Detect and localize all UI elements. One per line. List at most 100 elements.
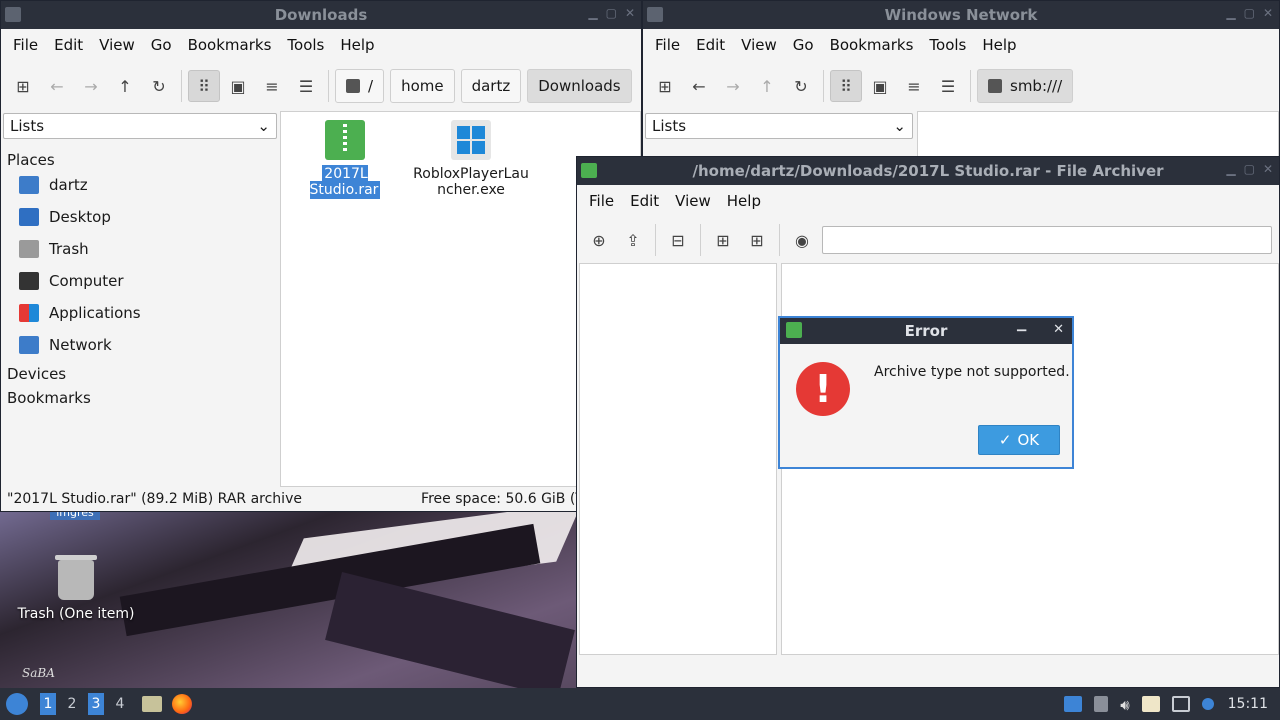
file-item-exe[interactable]: RobloxPlayerLau ncher.exe — [409, 120, 533, 198]
reload-icon[interactable]: ↻ — [785, 70, 817, 102]
menu-help[interactable]: Help — [332, 36, 382, 54]
file-manager-launcher-icon[interactable] — [142, 696, 162, 712]
icon-view-icon[interactable]: ⠿ — [830, 70, 862, 102]
close-icon[interactable]: ✕ — [1263, 6, 1273, 20]
places-header[interactable]: Places — [3, 139, 277, 169]
sidebar-item-desktop[interactable]: Desktop — [3, 201, 277, 233]
menu-file[interactable]: File — [5, 36, 46, 54]
trash-icon — [19, 240, 39, 258]
menu-file[interactable]: File — [581, 192, 622, 210]
extract-icon[interactable]: ⊟ — [662, 224, 694, 256]
reload-icon[interactable]: ↻ — [143, 70, 175, 102]
list-view-icon[interactable]: ☰ — [290, 70, 322, 102]
location-button[interactable]: smb:/// — [977, 69, 1074, 103]
titlebar: /home/dartz/Downloads/2017L Studio.rar -… — [577, 157, 1279, 185]
thumbnail-view-icon[interactable]: ▣ — [222, 70, 254, 102]
add-file-icon[interactable]: ⊞ — [707, 224, 739, 256]
workspace-4[interactable]: 4 — [112, 693, 128, 715]
rar-archive-icon — [325, 120, 365, 160]
sidebar-mode-select[interactable]: Lists ⌄ — [3, 113, 277, 139]
workspace-2[interactable]: 2 — [64, 693, 80, 715]
bookmarks-header[interactable]: Bookmarks — [3, 383, 277, 407]
forward-icon[interactable]: → — [75, 70, 107, 102]
archive-icon — [786, 322, 802, 338]
clock[interactable]: 15:11 — [1228, 696, 1268, 712]
breadcrumb-downloads[interactable]: Downloads — [527, 69, 632, 103]
menu-go[interactable]: Go — [785, 36, 822, 54]
compact-view-icon[interactable]: ≡ — [898, 70, 930, 102]
back-icon[interactable]: ← — [683, 70, 715, 102]
maximize-icon[interactable]: ▢ — [1244, 6, 1255, 20]
menu-edit[interactable]: Edit — [622, 192, 667, 210]
start-menu-icon[interactable] — [6, 693, 28, 715]
new-archive-icon[interactable]: ⊕ — [583, 224, 615, 256]
devices-header[interactable]: Devices — [3, 361, 277, 383]
menu-tools[interactable]: Tools — [921, 36, 974, 54]
add-folder-icon[interactable]: ⊞ — [741, 224, 773, 256]
show-desktop-icon[interactable] — [1064, 696, 1083, 712]
home-folder-icon — [19, 176, 39, 194]
workspace-1[interactable]: 1 — [40, 693, 56, 715]
desktop-trash-label: Trash (One item) — [17, 606, 135, 622]
stop-icon[interactable]: ◉ — [786, 224, 818, 256]
minimize-icon[interactable]: ▁ — [1226, 162, 1235, 176]
menu-view[interactable]: View — [667, 192, 719, 210]
menu-view[interactable]: View — [733, 36, 785, 54]
minimize-icon[interactable]: ▁ — [588, 6, 597, 20]
folder-tree-pane[interactable] — [579, 263, 777, 655]
menu-help[interactable]: Help — [974, 36, 1024, 54]
ok-button[interactable]: ✓ OK — [978, 425, 1060, 455]
icon-view-icon[interactable]: ⠿ — [188, 70, 220, 102]
menu-bookmarks[interactable]: Bookmarks — [180, 36, 280, 54]
compact-view-icon[interactable]: ≡ — [256, 70, 288, 102]
close-icon[interactable]: ✕ — [625, 6, 635, 20]
clipboard-icon[interactable] — [1141, 696, 1160, 712]
sidebar-mode-select[interactable]: Lists ⌄ — [645, 113, 913, 139]
breadcrumb-home[interactable]: home — [390, 69, 455, 103]
sidebar-item-computer[interactable]: Computer — [3, 265, 277, 297]
sidebar-item-dartz[interactable]: dartz — [3, 169, 277, 201]
maximize-icon[interactable]: ▢ — [1244, 162, 1255, 176]
menu-edit[interactable]: Edit — [688, 36, 733, 54]
breadcrumb-root[interactable]: / — [335, 69, 385, 103]
close-icon[interactable]: ✕ — [1053, 322, 1064, 337]
sidebar-item-network[interactable]: Network — [3, 329, 277, 361]
workspace-3[interactable]: 3 — [88, 693, 104, 715]
maximize-icon[interactable]: ▢ — [606, 6, 617, 20]
forward-icon[interactable]: → — [717, 70, 749, 102]
close-icon[interactable]: ✕ — [1263, 162, 1273, 176]
sidebar-item-label: Computer — [49, 272, 124, 290]
thumbnail-view-icon[interactable]: ▣ — [864, 70, 896, 102]
file-view[interactable] — [917, 111, 1279, 159]
desktop-trash[interactable]: Trash (One item) — [16, 555, 136, 622]
update-notifier-icon[interactable] — [1201, 698, 1214, 710]
menu-go[interactable]: Go — [143, 36, 180, 54]
breadcrumb-dartz[interactable]: dartz — [460, 69, 522, 103]
archive-icon — [581, 163, 597, 178]
chevron-down-icon: ⌄ — [893, 117, 906, 135]
up-icon[interactable]: ↑ — [751, 70, 783, 102]
volume-icon[interactable]: 🔊︎ — [1120, 696, 1129, 714]
open-archive-icon[interactable]: ⇪ — [617, 224, 649, 256]
back-icon[interactable]: ← — [41, 70, 73, 102]
sidebar-item-applications[interactable]: Applications — [3, 297, 277, 329]
up-icon[interactable]: ↑ — [109, 70, 141, 102]
list-view-icon[interactable]: ☰ — [932, 70, 964, 102]
firefox-icon[interactable] — [172, 694, 192, 714]
menu-help[interactable]: Help — [719, 192, 769, 210]
new-tab-icon[interactable]: ⊞ — [7, 70, 39, 102]
menu-edit[interactable]: Edit — [46, 36, 91, 54]
location-input[interactable] — [822, 226, 1272, 254]
network-icon[interactable] — [1171, 696, 1190, 712]
menu-tools[interactable]: Tools — [279, 36, 332, 54]
sidebar: Lists ⌄ Places dartz Desktop Trash Comput… — [3, 113, 277, 407]
file-item-rar[interactable]: 2017L Studio.rar — [285, 120, 405, 199]
menu-file[interactable]: File — [647, 36, 688, 54]
minimize-icon[interactable]: − — [1015, 321, 1028, 339]
minimize-icon[interactable]: ▁ — [1226, 6, 1235, 20]
menu-bookmarks[interactable]: Bookmarks — [822, 36, 922, 54]
sidebar-item-trash[interactable]: Trash — [3, 233, 277, 265]
eject-icon[interactable] — [1094, 696, 1109, 712]
menu-view[interactable]: View — [91, 36, 143, 54]
new-tab-icon[interactable]: ⊞ — [649, 70, 681, 102]
